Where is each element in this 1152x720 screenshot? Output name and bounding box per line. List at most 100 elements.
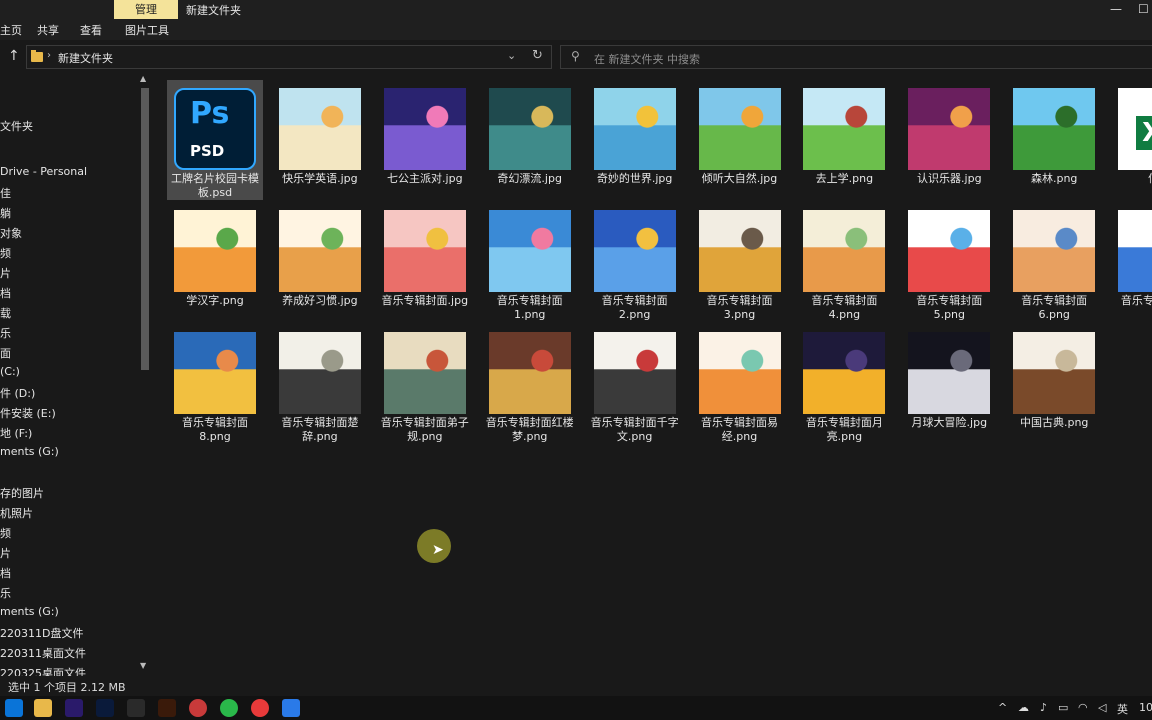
ribbon: 管理 新建文件夹 主页 共享 查看 图片工具 — ☐ (0, 0, 1152, 40)
illustrator-icon[interactable] (158, 699, 176, 717)
image-thumbnail (488, 88, 571, 170)
chevron-right-icon[interactable]: › (47, 50, 51, 61)
file-item[interactable]: 奇妙的世界.jpg (587, 80, 683, 200)
sidebar-item[interactable]: ments (G:) (0, 445, 59, 458)
sidebar-item[interactable]: 对象 (0, 225, 22, 241)
file-item[interactable]: 音乐专辑封面楚辞.png (272, 324, 368, 444)
sidebar-item[interactable]: 档 (0, 285, 11, 301)
address-bar-row: ↑ › 新建文件夹 ⌄ ↻ ⚲ 在 新建文件夹 中搜索 (0, 42, 1152, 72)
chevron-down-icon[interactable]: ⌄ (507, 49, 516, 62)
scroll-down-icon[interactable]: ▼ (140, 661, 146, 670)
sidebar-item[interactable]: 档 (0, 565, 11, 581)
file-item[interactable]: 音乐专辑封面4.png (796, 202, 892, 322)
photoshop-icon[interactable] (96, 699, 114, 717)
file-item[interactable]: 奇幻漂流.jpg (482, 80, 578, 200)
explorer-icon[interactable] (34, 699, 52, 717)
file-item[interactable]: 音乐专辑封面弟子规.png (377, 324, 473, 444)
battery-icon[interactable]: ▭ (1058, 701, 1068, 714)
tab-view[interactable]: 查看 (80, 22, 102, 38)
sidebar-item[interactable]: 220311桌面文件 (0, 645, 86, 661)
sidebar-item[interactable]: 220325桌面文件 (0, 665, 86, 676)
chevron-up-icon[interactable]: ^ (998, 701, 1007, 714)
file-item[interactable]: 音乐专辑封面1.png (482, 202, 578, 322)
recorder-icon[interactable] (189, 699, 207, 717)
after-effects-icon[interactable] (65, 699, 83, 717)
file-item[interactable]: 倾听大自然.jpg (692, 80, 788, 200)
scrollbar-thumb[interactable] (141, 88, 149, 370)
file-item[interactable]: 中国古典.png (1006, 324, 1102, 444)
wechat-icon[interactable] (220, 699, 238, 717)
file-item[interactable]: 月球大冒险.jpg (901, 324, 997, 444)
file-item[interactable]: 音乐专辑封面7. (1111, 202, 1152, 322)
input-language[interactable]: 英 (1117, 701, 1128, 717)
search-box[interactable]: ⚲ 在 新建文件夹 中搜索 (560, 45, 1152, 69)
sidebar-item[interactable]: 片 (0, 545, 11, 561)
scroll-up-icon[interactable]: ▲ (140, 74, 146, 83)
sidebar-item[interactable]: 文件夹 (0, 118, 33, 134)
sidebar-item[interactable]: 频 (0, 525, 11, 541)
clock[interactable]: 10 (1139, 701, 1152, 714)
sidebar-item[interactable]: 乐 (0, 585, 11, 601)
sidebar-item[interactable]: 佳 (0, 185, 11, 201)
file-item[interactable]: Ps PSD 工牌名片校园卡模板.psd (167, 80, 263, 200)
file-item[interactable]: 音乐专辑封面2.png (587, 202, 683, 322)
file-name: 音乐专辑封面8.png (182, 416, 248, 443)
feishu-icon[interactable] (282, 699, 300, 717)
file-item[interactable]: 音乐专辑封面5.png (901, 202, 997, 322)
file-item[interactable]: X 信息 (1111, 80, 1152, 200)
tab-share[interactable]: 共享 (37, 22, 59, 38)
file-item[interactable]: 认识乐器.jpg (901, 80, 997, 200)
file-item[interactable]: 音乐专辑封面.jpg (377, 202, 473, 322)
image-thumbnail (278, 88, 361, 170)
sidebar-item[interactable]: 220311D盘文件 (0, 625, 83, 641)
sidebar-item[interactable]: 载 (0, 305, 11, 321)
acrobat-icon[interactable] (127, 699, 145, 717)
sidebar-item[interactable]: 存的图片 (0, 485, 44, 501)
sidebar-item[interactable]: (C:) (0, 365, 20, 378)
file-item[interactable]: 养成好习惯.jpg (272, 202, 368, 322)
maximize-button[interactable]: ☐ (1138, 2, 1149, 16)
wifi-icon[interactable]: ◠ (1078, 701, 1088, 714)
sidebar-item[interactable]: 频 (0, 245, 11, 261)
file-item[interactable]: 森林.png (1006, 80, 1102, 200)
search-placeholder[interactable]: 在 新建文件夹 中搜索 (594, 51, 700, 67)
file-item[interactable]: 音乐专辑封面6.png (1006, 202, 1102, 322)
file-item[interactable]: 去上学.png (796, 80, 892, 200)
sidebar-scrollbar[interactable]: ▲ ▼ (138, 74, 152, 676)
file-item[interactable]: 音乐专辑封面月亮.png (796, 324, 892, 444)
sidebar-item[interactable]: 乐 (0, 325, 11, 341)
file-item[interactable]: 音乐专辑封面8.png (167, 324, 263, 444)
image-thumbnail (698, 88, 781, 170)
volume-icon[interactable]: ◁ (1098, 701, 1106, 714)
sidebar-item[interactable]: 件安装 (E:) (0, 405, 56, 421)
file-item[interactable]: 音乐专辑封面千字文.png (587, 324, 683, 444)
sidebar-item[interactable]: 躺 (0, 205, 11, 221)
tab-manage[interactable]: 管理 (114, 0, 178, 19)
file-item[interactable]: 音乐专辑封面易经.png (692, 324, 788, 444)
sidebar-item[interactable]: 面 (0, 345, 11, 361)
file-item[interactable]: 音乐专辑封面红楼梦.png (482, 324, 578, 444)
address-bar[interactable]: › 新建文件夹 ⌄ ↻ (26, 45, 552, 69)
sidebar-item[interactable]: 机照片 (0, 505, 33, 521)
refresh-icon[interactable]: ↻ (532, 48, 543, 63)
tab-home[interactable]: 主页 (0, 22, 22, 38)
file-item[interactable]: 快乐学英语.jpg (272, 80, 368, 200)
sidebar-item[interactable]: Drive - Personal (0, 165, 87, 178)
file-item[interactable]: 七公主派对.jpg (377, 80, 473, 200)
netease-music-icon[interactable] (251, 699, 269, 717)
file-item[interactable]: 学汉字.png (167, 202, 263, 322)
sidebar-item[interactable]: ments (G:) (0, 605, 59, 618)
file-name: 工牌名片校园卡模板.psd (171, 172, 259, 199)
mouse-cursor-icon: ➤ (432, 542, 444, 558)
file-item[interactable]: 音乐专辑封面3.png (692, 202, 788, 322)
edge-icon[interactable] (5, 699, 23, 717)
cloud-icon[interactable]: ☁ (1018, 701, 1029, 714)
up-arrow-icon[interactable]: ↑ (8, 48, 20, 64)
address-path[interactable]: 新建文件夹 (58, 50, 113, 66)
tab-picture-tools[interactable]: 图片工具 (125, 22, 169, 38)
sidebar-item[interactable]: 地 (F:) (0, 425, 32, 441)
microphone-icon[interactable]: ♪ (1040, 701, 1047, 714)
sidebar-item[interactable]: 片 (0, 265, 11, 281)
sidebar-item[interactable]: 件 (D:) (0, 385, 35, 401)
minimize-button[interactable]: — (1110, 2, 1122, 16)
